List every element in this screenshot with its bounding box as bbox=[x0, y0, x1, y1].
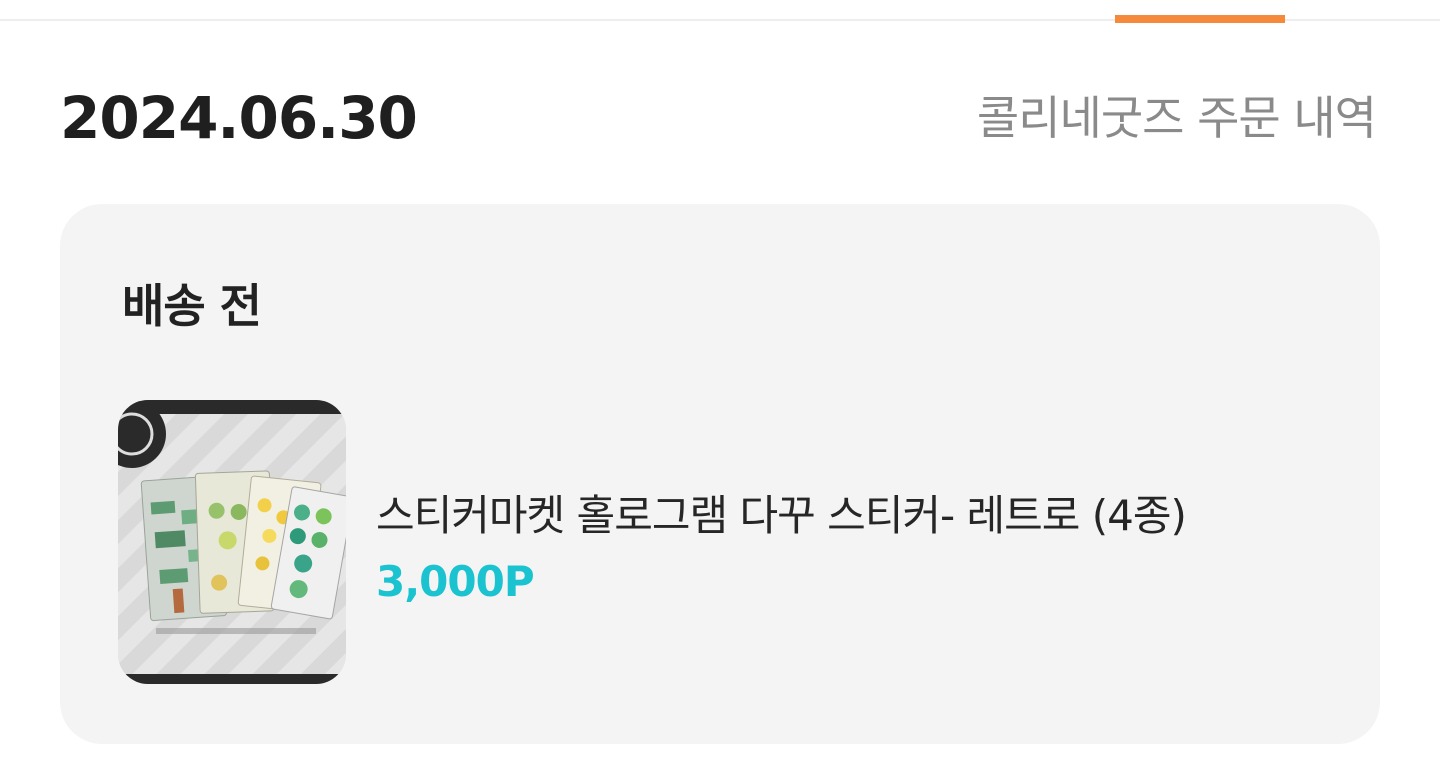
tab-bar bbox=[0, 0, 1440, 24]
product-thumbnail[interactable] bbox=[118, 400, 346, 684]
order-source-title: 콜리네굿즈 주문 내역 bbox=[976, 91, 1377, 145]
order-card[interactable]: 배송 전 스티커마켓 홀로그램 다꾸 스티커- 레트로 (4종) 3,000P bbox=[60, 204, 1380, 744]
active-tab-indicator bbox=[1115, 15, 1285, 23]
order-history-page: 2024.06.30 콜리네굿즈 주문 내역 배송 전 스티커마켓 홀로그램 다… bbox=[0, 0, 1440, 780]
product-name[interactable]: 스티커마켓 홀로그램 다꾸 스티커- 레트로 (4종) bbox=[376, 488, 1187, 544]
product-price: 3,000P bbox=[376, 557, 535, 606]
sticker-product-image bbox=[118, 400, 346, 684]
order-date: 2024.06.30 bbox=[60, 84, 418, 152]
delivery-status: 배송 전 bbox=[122, 279, 262, 333]
